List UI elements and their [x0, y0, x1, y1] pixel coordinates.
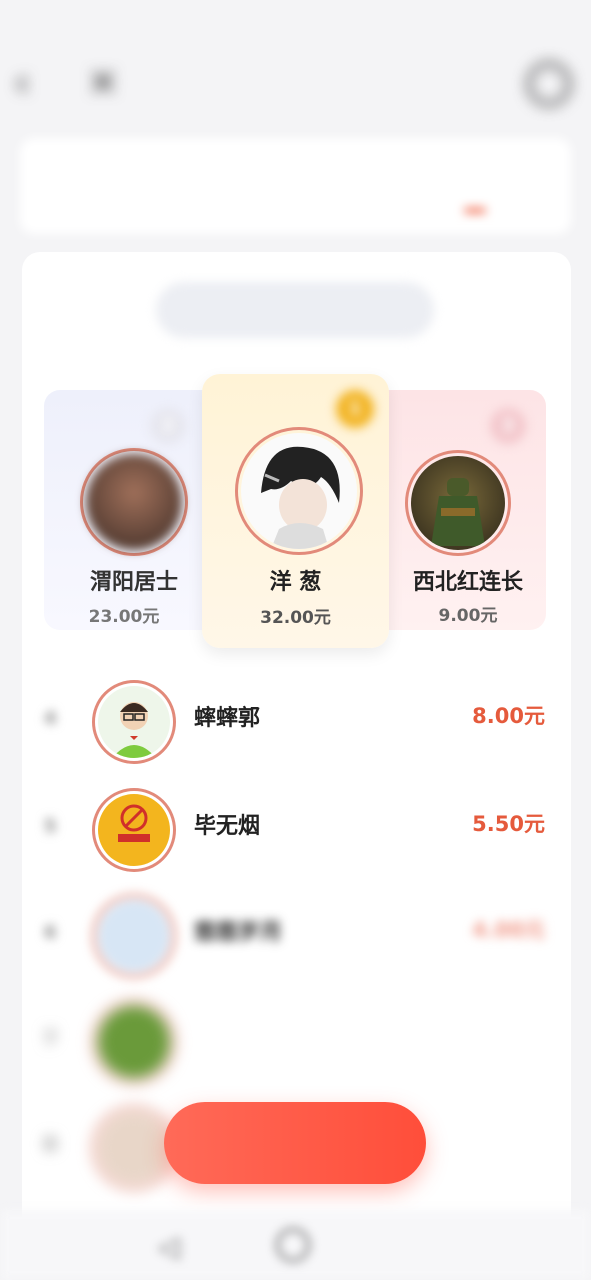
list-item[interactable]: 7 [22, 990, 571, 1090]
rank-1-badge: 1 [336, 390, 374, 428]
system-nav-bar: ◁ [0, 1210, 591, 1280]
avatar[interactable] [98, 794, 170, 866]
rank-2-badge: 2 [150, 408, 186, 444]
podium-second-amount: 23.00元 [88, 607, 160, 627]
podium-third-amount: 9.00元 [438, 606, 498, 626]
close-icon[interactable]: ✕ [88, 62, 132, 106]
rank-number: 5 [44, 816, 57, 837]
avatar-illustration [112, 702, 156, 758]
avatar[interactable] [98, 1006, 170, 1078]
back-icon[interactable]: ◁ [158, 1230, 180, 1263]
avatar[interactable] [98, 686, 170, 758]
avatar-first[interactable] [241, 433, 357, 549]
list-item-amount: 4.00元 [472, 918, 545, 942]
nav-bar: ‹ ✕ [0, 48, 591, 120]
avatar-illustration [118, 804, 150, 842]
list-item-amount: 5.50元 [472, 812, 545, 836]
rank-number: 8 [44, 1134, 57, 1155]
home-icon[interactable] [276, 1228, 310, 1262]
rank-number: 4 [44, 708, 57, 729]
list-item-name: 悠悠岁月 [194, 920, 283, 945]
podium-second-name: 渭阳居士 [89, 570, 178, 595]
rank-number: 7 [44, 1028, 57, 1049]
list-item[interactable]: 5 毕无烟 5.50元 [22, 778, 571, 878]
list-item-name: 蟀蟀郭 [194, 706, 261, 731]
list-item[interactable]: 6 悠悠岁月 4.00元 [22, 884, 571, 984]
avatar-third-illustration [431, 478, 485, 546]
podium-first-name: 洋 葱 [269, 570, 322, 595]
avatar-first-illustration [261, 446, 340, 549]
tabs-bar [20, 138, 571, 234]
period-switch[interactable] [156, 282, 434, 338]
back-arrow-icon[interactable]: ‹ [14, 58, 54, 108]
primary-action-button[interactable] [164, 1102, 426, 1184]
podium-first-amount: 32.00元 [260, 608, 331, 628]
rank-number: 6 [44, 922, 57, 943]
podium-third-name: 西北红连长 [412, 570, 523, 595]
avatar[interactable] [98, 1112, 170, 1184]
refresh-icon[interactable] [527, 62, 571, 106]
list-item-amount: 8.00元 [472, 704, 545, 728]
tab-indicator [464, 208, 486, 213]
status-bar [0, 0, 591, 44]
list-item-name: 毕无烟 [194, 814, 261, 839]
list-item[interactable]: 4 蟀蟀郭 8.00元 [22, 670, 571, 770]
rank-3-badge: 3 [490, 408, 526, 444]
avatar[interactable] [98, 900, 170, 972]
avatar-second[interactable] [86, 454, 182, 550]
avatar-third[interactable] [411, 456, 505, 550]
